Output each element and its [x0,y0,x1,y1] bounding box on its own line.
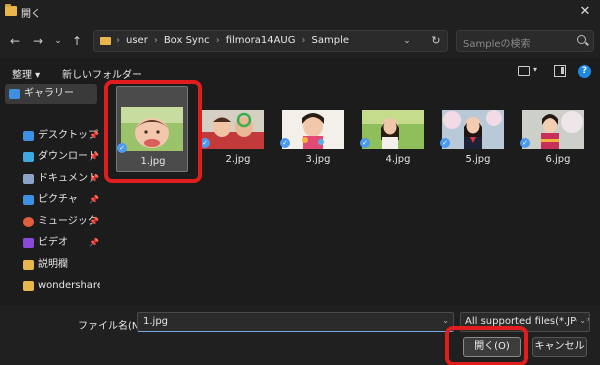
chevron-down-icon[interactable]: ▾ [533,65,537,74]
pin-icon: 📌 [89,238,99,247]
file-item[interactable]: ✓ 3.jpg [278,84,358,172]
file-list: ✓ 1.jpg ✓ 2.jpg ✓ 3.jpg ✓ 4.jpg ✓ 5.jpg … [100,80,600,305]
file-item[interactable]: ✓ 4.jpg [358,84,438,172]
pictures-icon [23,195,34,205]
gallery-icon [9,89,20,99]
documents-icon [23,174,34,184]
sidebar-item-documents[interactable]: ドキュメント 📌 [5,169,99,189]
highlight-frame [104,80,202,183]
pin-icon: 📌 [89,217,99,226]
thumbnail-image [362,110,424,149]
pin-icon: 📌 [89,174,99,183]
breadcrumb-separator: › [301,35,306,46]
breadcrumb-box-sync[interactable]: Box Sync [164,35,210,46]
organize-menu[interactable]: 整理 ▾ [12,66,40,81]
desktop-icon [23,131,34,141]
sidebar-item-folder-description[interactable]: 説明欄 [5,255,97,275]
file-name: 6.jpg [545,154,571,165]
forward-button[interactable]: → [29,32,47,50]
thumbnail-image [282,110,344,149]
thumbnail-image [202,110,264,149]
music-icon [23,217,34,227]
help-icon[interactable]: ? [578,65,591,78]
sidebar-item-label: ビデオ [38,237,68,248]
sidebar-item-pictures[interactable]: ピクチャ 📌 [5,190,99,210]
new-folder-button[interactable]: 新しいフォルダー [62,66,142,81]
file-item[interactable]: ✓ 2.jpg [198,84,278,172]
file-name: 3.jpg [305,154,331,165]
folder-icon [23,260,34,270]
thumbnail-image [442,110,504,149]
breadcrumb-separator: › [116,35,120,46]
recent-locations-button[interactable]: ⌄ [49,32,67,50]
breadcrumb-separator: › [215,35,220,46]
breadcrumb-separator: › [153,35,158,46]
file-name: 4.jpg [385,154,411,165]
folder-icon [5,4,17,16]
sidebar-item-videos[interactable]: ビデオ 📌 [5,233,99,253]
navigation-bar: ← → ⌄ ↑ › user › Box Sync › filmora14AUG › Samp… [0,24,600,58]
checkbox-icon[interactable]: ✓ [360,138,370,148]
cancel-button[interactable]: キャンセル [532,337,587,357]
pin-icon: 📌 [89,152,99,161]
pin-icon: 📌 [89,131,99,140]
checkbox-icon[interactable]: ✓ [280,138,290,148]
checkbox-icon[interactable]: ✓ [520,138,530,148]
highlight-frame [445,326,528,365]
breadcrumb-sample[interactable]: Sample [312,35,350,46]
breadcrumb: › user › Box Sync › filmora14AUG › Sample [116,31,349,51]
search-icon [577,35,586,44]
navigation-pane: ギャラリー デスクトップ 📌 ダウンロード 📌 ドキュメント 📌 ピクチャ 📌 … [0,84,103,305]
pin-icon: 📌 [89,195,99,204]
file-name: 5.jpg [465,154,491,165]
videos-icon [23,238,34,248]
sidebar-item-desktop[interactable]: デスクトップ 📌 [5,126,99,146]
file-item[interactable]: ✓ 5.jpg [438,84,518,172]
preview-pane-icon[interactable] [554,65,566,77]
sidebar-item-label: wondershare [38,280,103,291]
chevron-down-icon[interactable]: ⌄ [442,316,449,325]
folder-icon [23,281,34,291]
sidebar-item-wondershare[interactable]: wondershare [5,276,103,296]
refresh-icon[interactable]: ↻ [429,31,443,51]
download-icon [23,152,34,162]
chevron-down-icon[interactable]: ⌄ [400,31,414,51]
file-name: 2.jpg [225,154,251,165]
file-item[interactable]: ✓ 6.jpg [518,84,598,172]
window-title: 開く [21,9,41,20]
breadcrumb-user[interactable]: user [126,35,148,46]
search-placeholder: Sampleの検索 [463,39,531,50]
checkbox-icon[interactable]: ✓ [440,138,450,148]
breadcrumb-filmora14aug[interactable]: filmora14AUG [226,35,296,46]
back-button[interactable]: ← [6,32,24,50]
chevron-down-icon[interactable]: ⌄ [577,316,586,325]
sidebar-item-label: ギャラリー [24,88,74,99]
title-bar: 開く ✕ [0,0,600,24]
view-icon[interactable] [518,66,530,76]
sidebar-item-label: ピクチャ [38,194,78,205]
sidebar-item-music[interactable]: ミュージック 📌 [5,212,99,232]
search-input[interactable]: Sampleの検索 [456,30,594,52]
sidebar-item-gallery[interactable]: ギャラリー [5,84,97,104]
sidebar-item-label: 説明欄 [38,259,68,270]
address-bar[interactable]: › user › Box Sync › filmora14AUG › Sample ⌄ ↻ [93,30,448,52]
folder-icon [100,37,111,45]
dialog-footer: ファイル名(N): 1.jpg ⌄ All supported files(*.… [0,305,600,365]
filename-input[interactable]: 1.jpg ⌄ [137,312,454,332]
thumbnail-image [522,110,584,149]
up-button[interactable]: ↑ [68,32,86,50]
filename-value: 1.jpg [143,316,169,327]
sidebar-item-downloads[interactable]: ダウンロード 📌 [5,147,99,167]
close-button[interactable]: ✕ [570,0,600,24]
command-bar: 整理 ▾ 新しいフォルダー ▾ ? [0,58,600,86]
